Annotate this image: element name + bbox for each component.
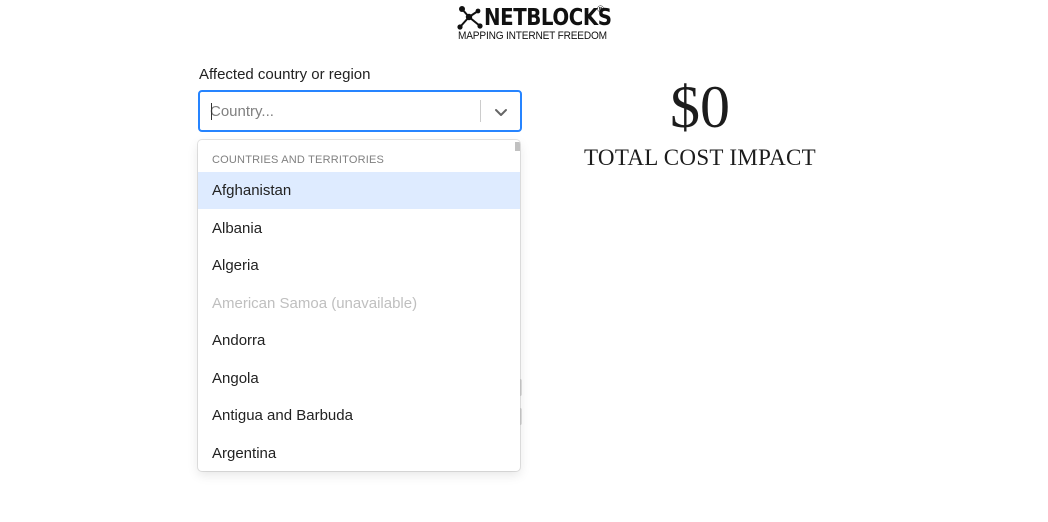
netblocks-logo[interactable]: NETBLOCKS ® MAPPING INTERNET FREEDOM <box>456 3 612 43</box>
registered-mark: ® <box>596 5 605 15</box>
option-afghanistan[interactable]: Afghanistan <box>198 172 520 209</box>
option-algeria[interactable]: Algeria <box>198 247 520 284</box>
page: NETBLOCKS ® MAPPING INTERNET FREEDOM Aff… <box>0 0 1048 522</box>
country-search-input[interactable] <box>210 92 470 130</box>
brand-name: NETBLOCKS <box>484 5 612 31</box>
brand-tagline: MAPPING INTERNET FREEDOM <box>458 30 607 42</box>
option-antigua-and-barbuda[interactable]: Antigua and Barbuda <box>198 397 520 434</box>
country-select[interactable] <box>198 90 522 132</box>
group-heading: Countries and territories <box>212 154 385 166</box>
option-albania[interactable]: Albania <box>198 210 520 247</box>
option-andorra[interactable]: Andorra <box>198 322 520 359</box>
network-nodes-icon <box>457 6 483 30</box>
country-dropdown-menu[interactable]: Countries and territories Afghanistan Al… <box>198 140 520 471</box>
total-cost-label: TOTAL COST IMPACT <box>583 145 817 170</box>
option-angola[interactable]: Angola <box>198 360 520 397</box>
country-options-list[interactable]: Countries and territories Afghanistan Al… <box>198 140 520 471</box>
indicator-separator <box>480 100 481 122</box>
country-field-label: Affected country or region <box>199 66 371 83</box>
chevron-down-icon[interactable] <box>491 102 511 122</box>
total-cost-value: $0 <box>670 74 730 140</box>
option-american-samoa: American Samoa (unavailable) <box>212 295 418 312</box>
menu-scrollbar[interactable] <box>515 142 520 151</box>
option-argentina[interactable]: Argentina <box>198 435 520 471</box>
text-cursor <box>211 103 212 120</box>
